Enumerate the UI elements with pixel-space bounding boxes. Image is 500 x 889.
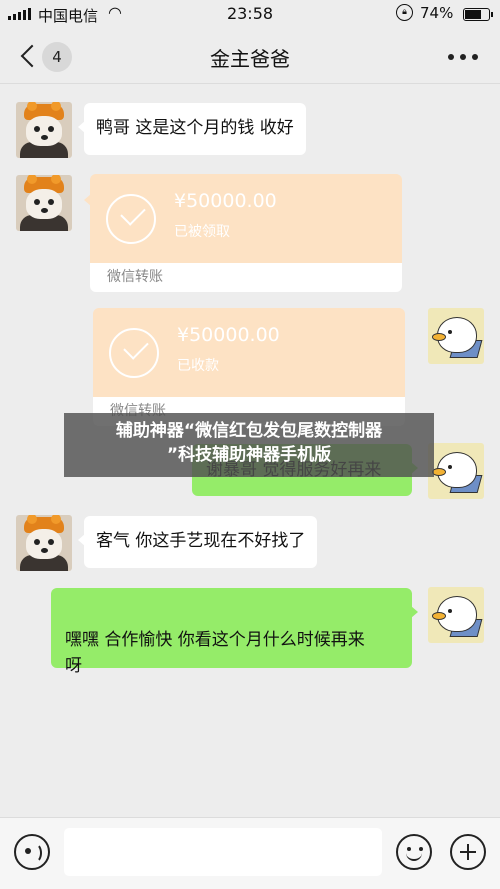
emoji-icon[interactable] [396,834,432,870]
more-dots-icon[interactable] [448,54,478,60]
contact-avatar[interactable] [16,175,72,231]
status-bar: 中国电信 ◠ 23:58 🔒︎ 74% [0,0,500,30]
overlay-line-1: 辅助神器“微信红包发包尾数控制器 [115,421,383,441]
voice-icon[interactable] [14,834,50,870]
chat-header: 4 金主爸爸 [0,30,500,84]
message-bubble-outgoing[interactable]: 嘿嘿 合作愉快 你看这个月什么时候再来 呀 [51,588,418,676]
message-bubble-incoming[interactable]: 客气 你这手艺现在不好找了 [77,516,318,568]
plus-icon[interactable] [450,834,486,870]
my-avatar[interactable] [428,443,484,499]
contact-avatar[interactable] [16,102,72,158]
message-bubble-incoming[interactable]: 鸭哥 这是这个月的钱 收好 [78,103,306,155]
check-circle-icon [106,194,156,244]
battery-icon [463,8,493,21]
my-avatar[interactable] [428,587,484,643]
message-text: 客气 你这手艺现在不好找了 [96,531,306,551]
message-input[interactable] [64,828,382,876]
battery-percent: 74% [420,4,454,22]
message-text: 嘿嘿 合作愉快 你看这个月什么时候再来 呀 [65,630,365,676]
transfer-label: 微信转账 [107,269,163,285]
my-avatar[interactable] [428,308,484,364]
transfer-amount: ¥50000.00 [177,324,280,346]
input-bar [0,817,500,889]
transfer-card-incoming[interactable]: ¥50000.00 已被领取 微信转账 [84,174,402,292]
transfer-status: 已收款 [177,358,219,374]
overlay-line-2: ”科技辅助神器手机版 [166,445,332,465]
transfer-status: 已被领取 [174,224,230,240]
transfer-amount: ¥50000.00 [174,190,277,212]
contact-avatar[interactable] [16,515,72,571]
message-text: 鸭哥 这是这个月的钱 收好 [96,118,294,138]
overlay-caption: 辅助神器“微信红包发包尾数控制器 ”科技辅助神器手机版 [64,413,434,477]
check-circle-icon [109,328,159,378]
chat-title: 金主爸爸 [210,47,290,71]
battery-level [465,10,481,19]
rotation-lock-icon: 🔒︎ [396,4,413,21]
transfer-card-outgoing[interactable]: ¥50000.00 已收款 微信转账 [93,308,405,426]
